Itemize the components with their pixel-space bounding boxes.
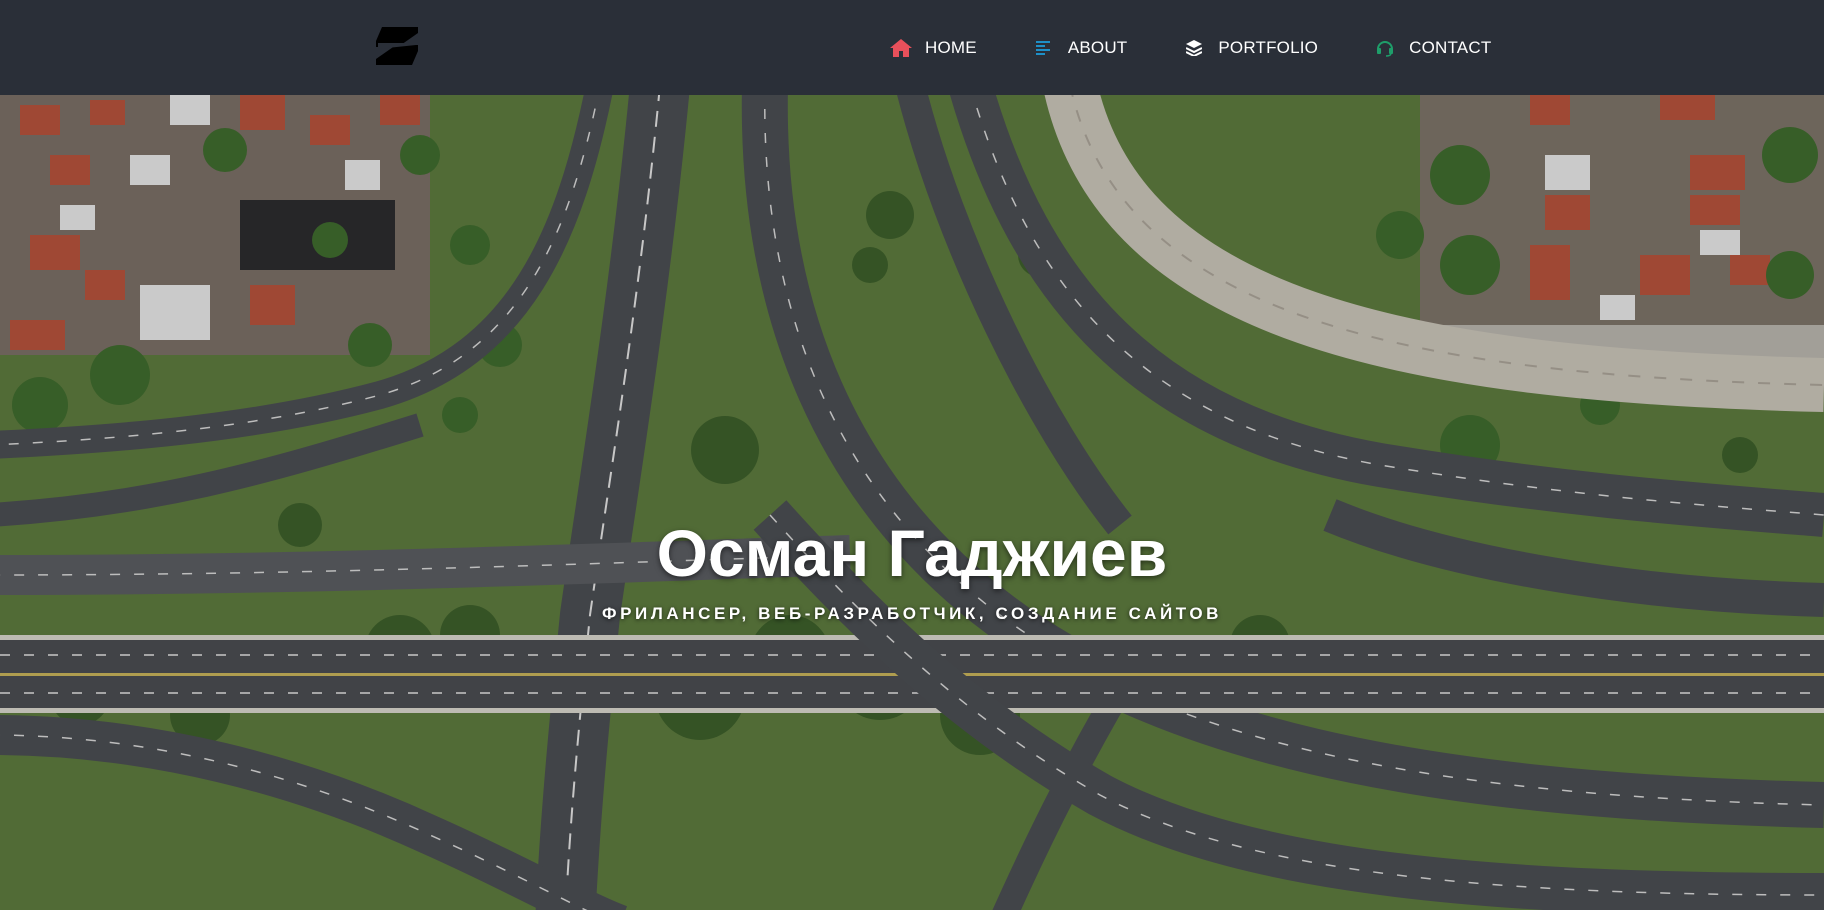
nav-home-label: HOME <box>925 37 977 57</box>
nav-home[interactable]: HOME <box>890 38 977 58</box>
hero-title: Осман Гаджиев <box>656 516 1168 590</box>
navbar: HOME ABOUT PORTFOLIO CONTACT <box>0 0 1824 95</box>
hero-text-block: Осман Гаджиев ФРИЛАНСЕР, ВЕБ-РАЗРАБОТЧИК… <box>0 520 1824 624</box>
headset-icon <box>1374 38 1396 58</box>
nav-contact-label: CONTACT <box>1409 37 1492 57</box>
nav-portfolio-label: PORTFOLIO <box>1218 37 1319 57</box>
nav-about-label: ABOUT <box>1067 37 1128 57</box>
align-left-icon <box>1033 38 1055 58</box>
nav-portfolio[interactable]: PORTFOLIO <box>1183 38 1318 58</box>
hero-section: Осман Гаджиев ФРИЛАНСЕР, ВЕБ-РАЗРАБОТЧИК… <box>0 95 1824 910</box>
home-icon <box>890 38 912 58</box>
hero-background-image <box>0 95 1824 910</box>
layers-icon <box>1183 38 1205 58</box>
logo-mark-icon[interactable] <box>376 27 418 65</box>
hero-subtitle: ФРИЛАНСЕР, ВЕБ-РАЗРАБОТЧИК, СОЗДАНИЕ САЙ… <box>601 604 1223 623</box>
nav-about[interactable]: ABOUT <box>1033 38 1128 58</box>
main-nav: HOME ABOUT PORTFOLIO CONTACT <box>890 0 1547 95</box>
nav-contact[interactable]: CONTACT <box>1374 38 1491 58</box>
